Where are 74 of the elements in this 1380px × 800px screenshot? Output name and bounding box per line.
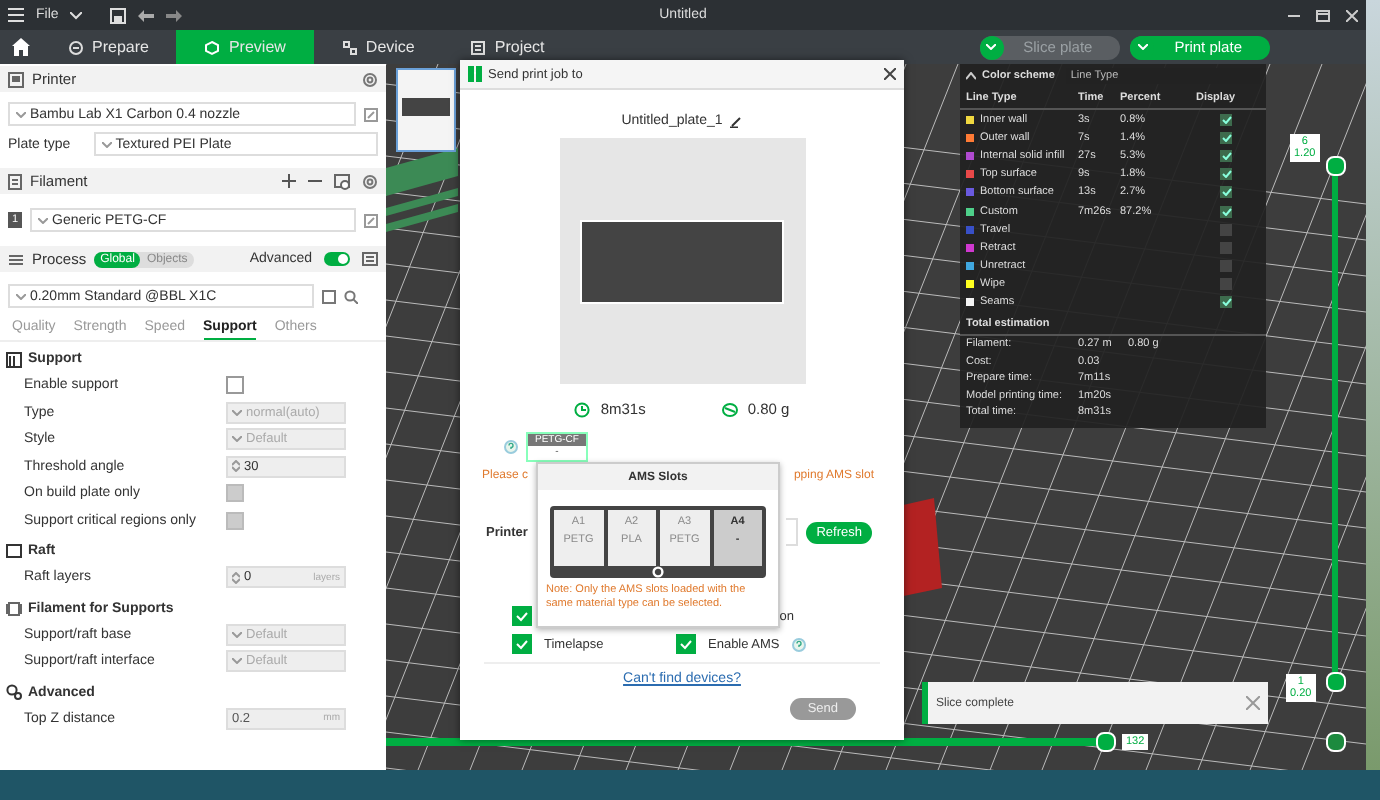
- tab[interactable]: Prepare: [40, 30, 177, 64]
- minus-icon[interactable]: [308, 174, 322, 188]
- sync-icon[interactable]: [334, 173, 350, 189]
- printer-icon: [8, 71, 24, 87]
- clock-icon: [574, 401, 591, 417]
- layers-icon: [8, 251, 24, 267]
- spool-icon: [6, 601, 22, 615]
- raft-icon: [6, 544, 22, 558]
- gears-icon: [6, 684, 22, 700]
- display-checkbox[interactable]: [1220, 149, 1232, 162]
- app-icon: [468, 66, 482, 82]
- home-icon[interactable]: [11, 38, 29, 56]
- slider-handle[interactable]: [1326, 732, 1346, 752]
- cube-icon: [204, 39, 221, 55]
- plus-icon[interactable]: [282, 174, 296, 188]
- support-icon: [6, 351, 22, 367]
- ring-icon: [652, 566, 664, 578]
- device-icon: [341, 39, 358, 55]
- caret-icon: [232, 658, 242, 665]
- spin-arrows-icon: [232, 571, 240, 584]
- display-checkbox[interactable]: [1220, 205, 1232, 218]
- caret-icon: [16, 293, 26, 299]
- caret-icon: [16, 111, 26, 117]
- maximize-icon[interactable]: [1316, 9, 1330, 21]
- settings-icon[interactable]: [362, 71, 378, 87]
- help-icon[interactable]: [791, 637, 806, 651]
- caret-icon: [232, 631, 242, 638]
- dial-icon: [68, 39, 84, 55]
- document-icon: [470, 39, 487, 55]
- slider-handle[interactable]: [1326, 156, 1346, 176]
- undo-icon[interactable]: [138, 9, 155, 21]
- filament-icon: [8, 173, 22, 189]
- close-icon[interactable]: [884, 68, 896, 80]
- search-icon[interactable]: [344, 289, 358, 303]
- display-checkbox[interactable]: [1220, 241, 1232, 254]
- plate-thumbnail[interactable]: [396, 68, 456, 152]
- minimize-icon[interactable]: [1288, 9, 1300, 21]
- tab[interactable]: Preview: [176, 30, 314, 64]
- checkbox[interactable]: [512, 606, 532, 626]
- caret-icon: [38, 217, 49, 223]
- checkbox[interactable]: [512, 634, 532, 654]
- caret-icon: [1137, 44, 1148, 50]
- infill-stripes: [386, 148, 458, 232]
- display-checkbox[interactable]: [1220, 296, 1232, 309]
- display-checkbox[interactable]: [1220, 223, 1232, 236]
- collapse-icon[interactable]: [966, 72, 976, 80]
- tab[interactable]: Device: [313, 30, 443, 64]
- slider-handle[interactable]: [1096, 732, 1116, 752]
- redo-icon[interactable]: [166, 9, 183, 21]
- edit-icon[interactable]: [364, 213, 378, 227]
- display-checkbox[interactable]: [1220, 260, 1232, 273]
- chevron-icon[interactable]: [70, 11, 83, 19]
- display-checkbox[interactable]: [1220, 113, 1232, 126]
- checkbox[interactable]: [676, 634, 696, 654]
- list-icon[interactable]: [362, 252, 378, 266]
- caret-icon: [986, 44, 997, 50]
- spin-arrows-icon: [232, 460, 240, 473]
- display-checkbox[interactable]: [1220, 168, 1232, 181]
- pencil-icon[interactable]: [730, 115, 743, 127]
- edit-icon[interactable]: [364, 107, 378, 121]
- spool-icon: [721, 401, 738, 417]
- caret-icon: [101, 141, 112, 147]
- display-checkbox[interactable]: [1220, 278, 1232, 291]
- display-checkbox[interactable]: [1220, 131, 1232, 144]
- menu-icon[interactable]: [8, 8, 24, 22]
- display-checkbox[interactable]: [1220, 186, 1232, 199]
- slider-handle[interactable]: [1326, 672, 1346, 692]
- checkbox[interactable]: [226, 376, 244, 395]
- settings-icon[interactable]: [362, 173, 378, 189]
- tab[interactable]: Project: [442, 30, 573, 64]
- help-icon[interactable]: [504, 440, 518, 454]
- caret-icon: [232, 436, 242, 443]
- caret-icon: [232, 409, 242, 416]
- advanced-switch[interactable]: [324, 252, 350, 266]
